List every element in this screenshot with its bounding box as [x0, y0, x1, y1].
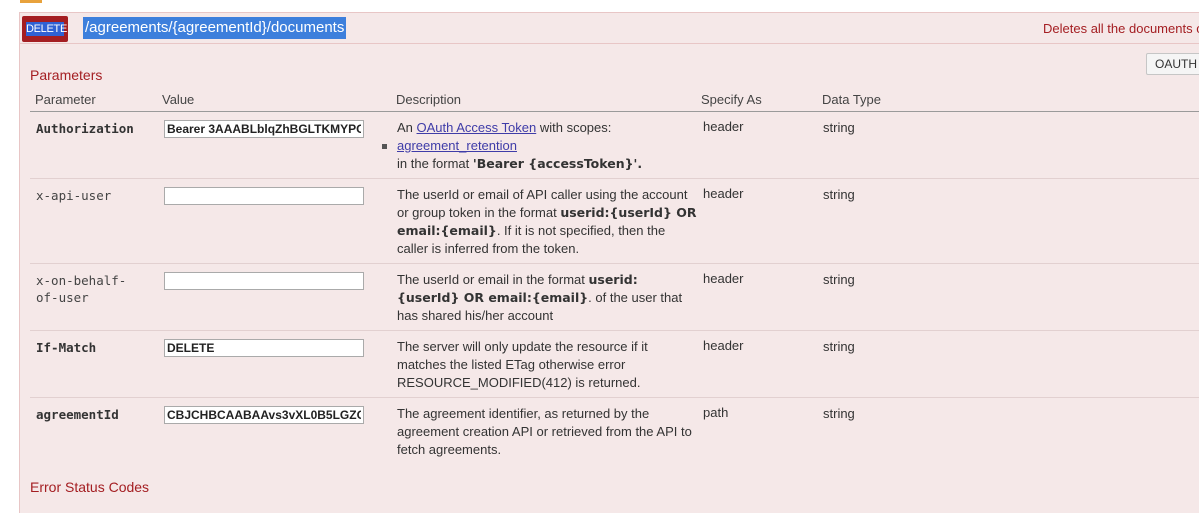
agreement-retention-link[interactable]: agreement_retention	[397, 138, 517, 153]
param-description: The userId or email in the format userid…	[397, 272, 683, 323]
authorization-input[interactable]	[164, 120, 364, 138]
error-status-codes-title: Error Status Codes	[30, 479, 150, 495]
param-specify-as: header	[703, 186, 744, 201]
column-header-description: Description	[396, 92, 462, 107]
http-method-badge[interactable]: DELETE	[22, 16, 68, 42]
param-name: x-api-user	[36, 188, 112, 203]
param-row-authorization: Authorization An OAuth Access Token with…	[30, 112, 1199, 179]
param-specify-as: header	[703, 119, 744, 134]
if-match-input[interactable]	[164, 339, 364, 357]
column-header-parameter: Parameter	[35, 92, 96, 107]
param-specify-as: header	[703, 338, 744, 353]
top-strip	[0, 0, 1199, 4]
param-row-if-match: If-Match The server will only update the…	[30, 331, 1199, 398]
param-specify-as: path	[703, 405, 729, 420]
param-data-type: string	[823, 406, 855, 421]
operation-summary[interactable]: Deletes all the documents o	[1043, 21, 1199, 36]
param-name: x-on-behalf-of-user	[36, 273, 127, 305]
param-data-type: string	[823, 339, 855, 354]
column-header-value: Value	[162, 92, 195, 107]
param-row-x-on-behalf-of-user: x-on-behalf-of-user The userId or email …	[30, 264, 1199, 331]
param-specify-as: header	[703, 271, 744, 286]
agreement-id-input[interactable]	[164, 406, 364, 424]
http-method-label: DELETE	[26, 22, 67, 36]
param-description: An OAuth Access Token with scopes: agree…	[382, 119, 697, 173]
column-header-data-type: Data Type	[822, 92, 882, 107]
param-description: The server will only update the resource…	[397, 339, 648, 390]
param-data-type: string	[823, 187, 855, 202]
x-on-behalf-of-user-input[interactable]	[164, 272, 364, 290]
param-data-type: string	[823, 120, 855, 135]
bullet-icon	[382, 144, 387, 149]
param-data-type: string	[823, 272, 855, 287]
param-name: Authorization	[36, 121, 134, 136]
previous-operation-tab	[20, 0, 42, 3]
operation-panel: DELETE /agreements/{agreementId}/documen…	[19, 12, 1199, 513]
param-row-agreement-id: agreementId The agreement identifier, as…	[30, 398, 1199, 464]
param-name: If-Match	[36, 340, 97, 355]
parameters-title: Parameters	[30, 67, 103, 83]
endpoint-path[interactable]: /agreements/{agreementId}/documents	[83, 17, 347, 39]
oauth-button[interactable]: OAUTH A	[1146, 53, 1199, 75]
x-api-user-input[interactable]	[164, 187, 364, 205]
param-description: The userId or email of API caller using …	[397, 187, 697, 256]
scope-item: agreement_retention	[382, 137, 697, 155]
scope-list: agreement_retention	[382, 137, 697, 155]
param-row-x-api-user: x-api-user The userId or email of API ca…	[30, 179, 1199, 264]
param-description: The agreement identifier, as returned by…	[397, 406, 692, 457]
operation-heading[interactable]: DELETE /agreements/{agreementId}/documen…	[20, 13, 1199, 44]
oauth-access-token-link[interactable]: OAuth Access Token	[417, 120, 537, 135]
column-header-specify-as: Specify As	[701, 92, 762, 107]
param-name: agreementId	[36, 407, 119, 422]
